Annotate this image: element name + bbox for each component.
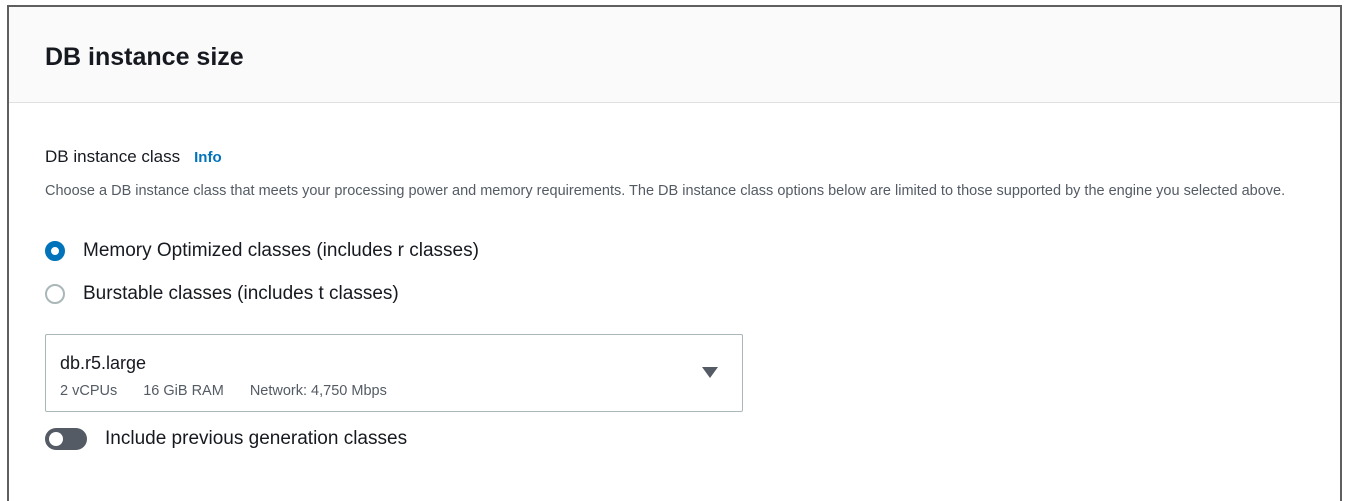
info-link[interactable]: Info xyxy=(194,149,222,166)
toggle-knob xyxy=(49,432,63,446)
select-meta: 2 vCPUs 16 GiB RAM Network: 4,750 Mbps xyxy=(60,383,413,399)
field-label-row: DB instance class Info xyxy=(45,147,222,167)
instance-class-select[interactable]: db.r5.large 2 vCPUs 16 GiB RAM Network: … xyxy=(45,334,743,412)
vcpus-text: 2 vCPUs xyxy=(60,383,118,399)
db-instance-size-panel: DB instance size DB instance class Info … xyxy=(7,5,1342,501)
radio-unchecked-icon[interactable] xyxy=(45,284,65,304)
panel-header: DB instance size xyxy=(9,7,1340,103)
toggle-label: Include previous generation classes xyxy=(105,428,408,449)
radio-label: Memory Optimized classes (includes r cla… xyxy=(83,240,479,261)
network-text: Network: 4,750 Mbps xyxy=(249,383,387,399)
radio-memory-optimized[interactable]: Memory Optimized classes (includes r cla… xyxy=(45,240,479,262)
select-value: db.r5.large xyxy=(60,353,147,373)
radio-checked-icon[interactable] xyxy=(45,241,65,261)
ram-text: 16 GiB RAM xyxy=(143,383,224,399)
instance-class-description: Choose a DB instance class that meets yo… xyxy=(45,183,1286,199)
panel-title: DB instance size xyxy=(45,43,244,71)
caret-down-icon[interactable] xyxy=(702,367,718,378)
previous-generation-toggle[interactable] xyxy=(45,428,87,450)
radio-label: Burstable classes (includes t classes) xyxy=(83,283,399,304)
previous-generation-toggle-row: Include previous generation classes xyxy=(45,428,407,450)
radio-burstable[interactable]: Burstable classes (includes t classes) xyxy=(45,283,399,305)
instance-class-label: DB instance class xyxy=(45,147,181,166)
